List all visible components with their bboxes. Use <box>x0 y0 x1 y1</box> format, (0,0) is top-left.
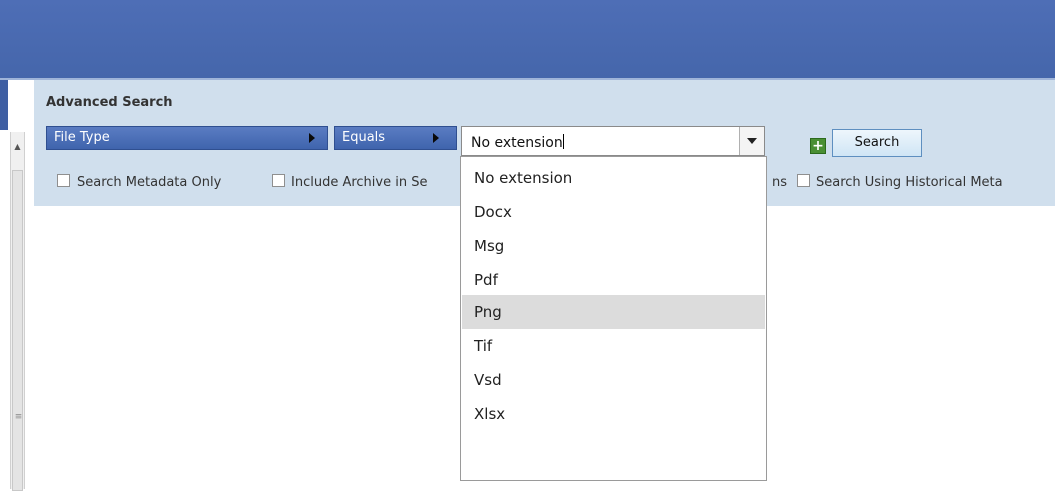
left-nav-tab[interactable] <box>0 80 8 130</box>
partial-option-label: ns <box>772 175 788 190</box>
dropdown-option[interactable]: Docx <box>462 195 765 229</box>
vertical-scrollbar[interactable]: ▲ ≡ <box>10 132 25 491</box>
value-input-text[interactable]: No extension <box>471 134 564 151</box>
dropdown-option[interactable]: Tif <box>462 329 765 363</box>
file-type-dropdown-list[interactable]: No extension Docx Msg Pdf Png Tif Vsd Xl… <box>460 156 767 481</box>
scroll-up-arrow-icon[interactable]: ▲ <box>11 132 24 162</box>
field-selector[interactable]: File Type <box>46 126 328 150</box>
dropdown-option[interactable]: No extension <box>462 161 765 195</box>
left-nav-strip <box>0 80 10 489</box>
dropdown-option[interactable]: Msg <box>462 229 765 263</box>
operator-selector-label: Equals <box>342 130 386 145</box>
value-combobox[interactable]: No extension <box>461 126 765 156</box>
top-header-band <box>0 0 1055 78</box>
field-selector-label: File Type <box>54 130 110 145</box>
add-criteria-button[interactable]: + <box>810 138 826 154</box>
search-metadata-only-label: Search Metadata Only <box>77 175 222 190</box>
include-archive-checkbox[interactable] <box>272 174 285 187</box>
search-metadata-only-checkbox[interactable] <box>57 174 70 187</box>
panel-title: Advanced Search <box>46 95 173 110</box>
dropdown-toggle-button[interactable] <box>739 127 764 155</box>
dropdown-option-highlighted[interactable]: Png <box>462 295 765 329</box>
arrow-right-icon <box>433 133 439 143</box>
scroll-thumb[interactable]: ≡ <box>12 170 23 491</box>
dropdown-option[interactable]: Xlsx <box>462 397 765 431</box>
search-button[interactable]: Search <box>832 129 922 157</box>
dropdown-option[interactable]: Vsd <box>462 363 765 397</box>
chevron-down-icon <box>747 138 757 144</box>
operator-selector[interactable]: Equals <box>334 126 457 150</box>
historical-metadata-checkbox[interactable] <box>797 174 810 187</box>
scroll-grip-icon: ≡ <box>14 412 23 422</box>
arrow-right-icon <box>309 133 315 143</box>
dropdown-option[interactable]: Pdf <box>462 263 765 297</box>
historical-metadata-label: Search Using Historical Meta <box>816 175 1003 190</box>
include-archive-label: Include Archive in Se <box>291 175 428 190</box>
